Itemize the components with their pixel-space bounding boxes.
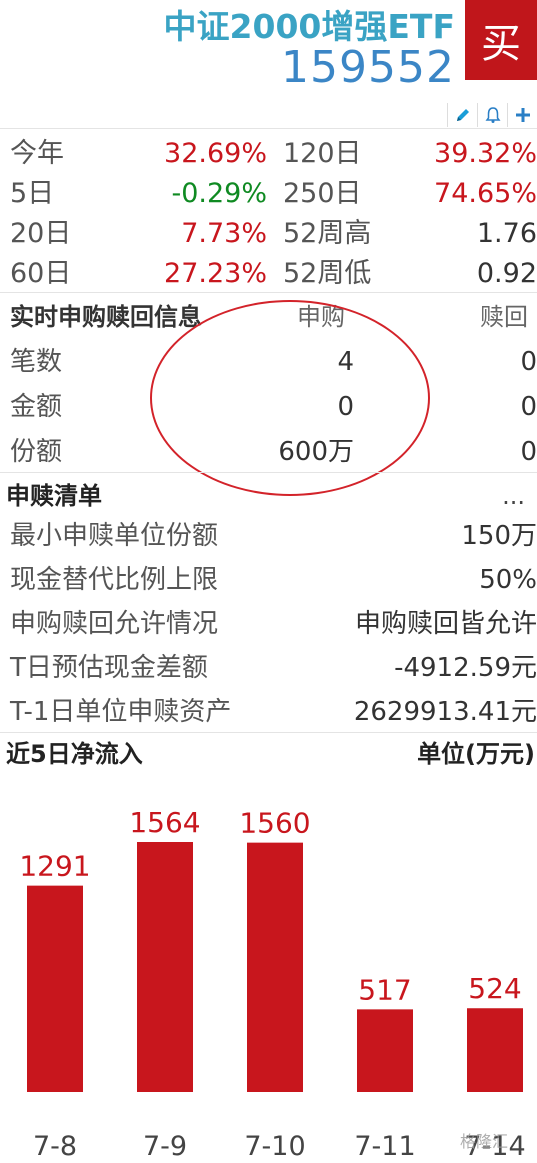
bar-7-11	[357, 1009, 413, 1092]
data-label: 517	[358, 973, 411, 1006]
divider	[0, 472, 537, 473]
bar-7-9	[137, 842, 193, 1092]
data-label: 1291	[19, 850, 90, 883]
x-tick-label: 7-11	[354, 1131, 415, 1162]
bell-icon[interactable]	[477, 103, 507, 127]
performance-row: 20日 7.73% 52周高 1.76	[0, 214, 537, 254]
col-redeem: 赎回	[480, 303, 528, 331]
period-return: -0.29%	[171, 178, 267, 209]
toolbar	[447, 103, 537, 127]
list-item-label: T-1日单位申赎资产	[10, 697, 232, 727]
period-label: 20日	[10, 218, 72, 249]
data-label: 1560	[239, 807, 310, 840]
period-label: 52周低	[283, 258, 372, 289]
period-return: 39.32%	[434, 138, 537, 169]
data-label: 1564	[129, 806, 200, 839]
period-label: 52周高	[283, 218, 372, 249]
performance-row: 今年 32.69% 120日 39.32%	[0, 134, 537, 174]
list-item-value: -4912.59元	[394, 653, 537, 683]
highlight-circle	[150, 300, 430, 496]
list-item-value: 申购赎回皆允许	[354, 609, 537, 639]
realtime-title: 实时申购赎回信息	[10, 303, 202, 331]
list-item: 最小申赎单位份额 150万	[0, 514, 537, 558]
x-tick-label: 7-10	[244, 1131, 305, 1162]
buy-button[interactable]: 买	[465, 0, 537, 80]
divider	[0, 732, 537, 733]
realtime-label: 份额	[10, 437, 63, 467]
divider	[0, 128, 537, 129]
redeem-value: 0	[520, 437, 537, 467]
list-item-value: 150万	[461, 521, 537, 551]
period-label: 120日	[283, 138, 362, 169]
period-return: 0.92	[476, 258, 537, 289]
list-item-label: 现金替代比例上限	[10, 565, 219, 595]
period-return: 74.65%	[434, 178, 537, 209]
plus-icon[interactable]	[507, 103, 537, 127]
period-label: 250日	[283, 178, 362, 209]
list-item-label: 最小申赎单位份额	[10, 521, 219, 551]
bar-7-14	[467, 1008, 523, 1092]
list-item-value: 50%	[479, 565, 537, 595]
performance-row: 5日 -0.29% 250日 74.65%	[0, 174, 537, 214]
flow-title: 近5日净流入	[6, 740, 143, 768]
realtime-label: 笔数	[10, 347, 63, 377]
redeem-value: 0	[520, 392, 537, 422]
list-item: 现金替代比例上限 50%	[0, 558, 537, 602]
flow-header: 近5日净流入 单位(万元)	[0, 734, 537, 774]
fund-name: 中证2000增强ETF	[163, 7, 455, 46]
period-label: 今年	[10, 138, 64, 169]
list-item: T日预估现金差额 -4912.59元	[0, 646, 537, 690]
list-section-title: 申赎清单	[6, 482, 102, 510]
redeem-value: 0	[520, 347, 537, 377]
period-label: 60日	[10, 258, 72, 289]
list-item-label: T日预估现金差额	[10, 653, 208, 683]
more-button[interactable]: ...	[502, 476, 525, 516]
period-return: 7.73%	[181, 218, 267, 249]
list-item: 申购赎回允许情况 申购赎回皆允许	[0, 602, 537, 646]
flow-unit: 单位(万元)	[417, 740, 535, 768]
period-label: 5日	[10, 178, 55, 209]
list-item-label: 申购赎回允许情况	[10, 609, 219, 639]
period-return: 27.23%	[164, 258, 267, 289]
x-tick-label: 7-8	[33, 1131, 77, 1162]
watermark-logo: 格隆汇	[460, 1132, 509, 1151]
performance-row: 60日 27.23% 52周低 0.92	[0, 254, 537, 294]
divider	[0, 292, 537, 293]
data-label: 524	[468, 972, 521, 1005]
bar-7-8	[27, 885, 83, 1092]
net-inflow-chart: 12917-815647-915607-105177-115247-14	[19, 806, 525, 1162]
x-tick-label: 7-9	[143, 1131, 187, 1162]
fund-code: 159552	[281, 42, 455, 93]
fund-header: 中证2000增强ETF 159552 买	[0, 0, 537, 128]
bar-7-10	[247, 842, 303, 1092]
period-return: 32.69%	[164, 138, 267, 169]
list-item: T-1日单位申赎资产 2629913.41元	[0, 690, 537, 734]
list-item-value: 2629913.41元	[353, 697, 537, 727]
list-section-header: 申赎清单 ...	[0, 476, 537, 516]
edit-icon[interactable]	[447, 103, 477, 127]
period-return: 1.76	[476, 218, 537, 249]
realtime-label: 金额	[10, 392, 63, 422]
